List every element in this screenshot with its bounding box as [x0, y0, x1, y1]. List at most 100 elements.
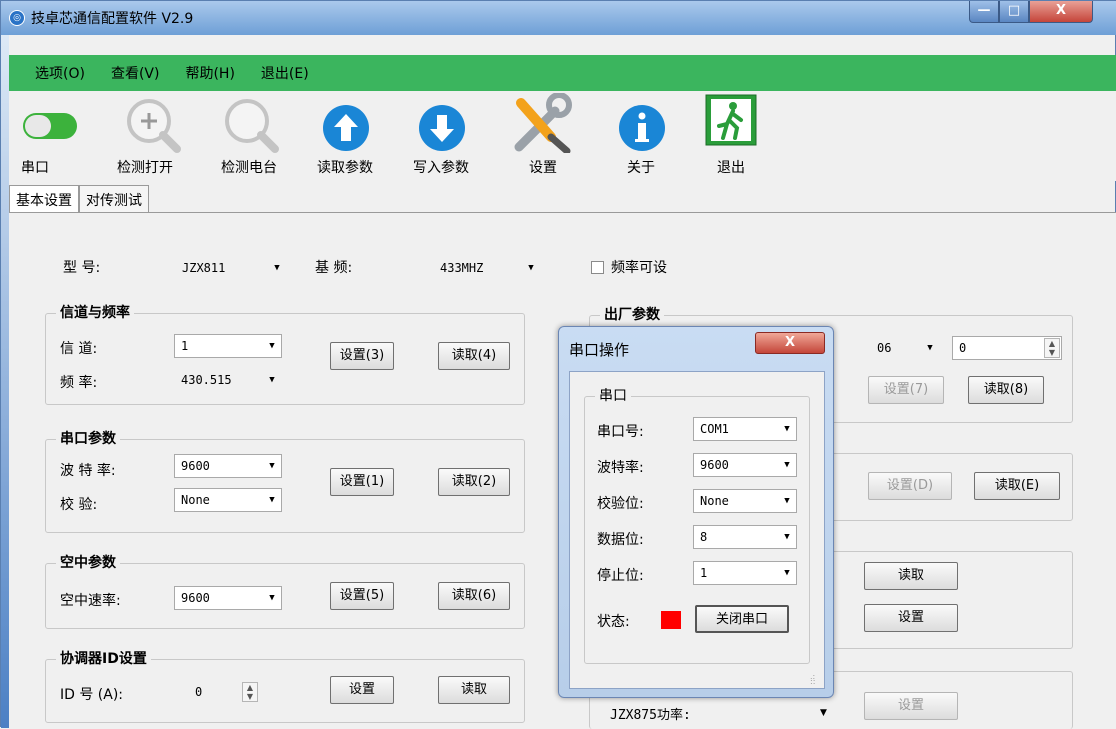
freq-value: 430.515: [181, 373, 232, 387]
resize-grip-icon[interactable]: .:::: [810, 673, 820, 686]
chevron-down-icon: ▼: [784, 532, 790, 542]
dialog-body: 串口 串口号: COM1 ▼ 波特率: 9600 ▼ 校验位: None ▼ 数…: [569, 371, 825, 689]
channel-freq-group: 信道与频率 信 道: 1 ▼ 频 率: 430.515 ▼ 设置(3) 读取(4…: [45, 302, 525, 405]
freq-settable-checkbox[interactable]: [591, 261, 604, 274]
dialog-close-button[interactable]: X: [755, 332, 825, 354]
dlg-data-bits-label: 数据位:: [597, 532, 644, 548]
tab-basic-settings[interactable]: 基本设置: [9, 185, 79, 213]
freq-settable-label: 频率可设: [611, 260, 667, 276]
tab-strip: 基本设置 对传测试: [9, 185, 149, 213]
model-select[interactable]: JZX811 ▼: [175, 256, 287, 280]
menu-exit[interactable]: 退出(E): [261, 63, 309, 83]
status-indicator: [661, 611, 681, 629]
base-freq-value: 433MHZ: [440, 261, 484, 275]
port-select[interactable]: COM1 ▼: [693, 417, 797, 441]
air-read-button[interactable]: 读取(6): [438, 582, 510, 610]
base-freq-select[interactable]: 433MHZ ▼: [433, 256, 541, 280]
arrow-up-circle-icon: [323, 105, 369, 151]
set-d-button[interactable]: 设置(D): [868, 472, 952, 500]
spin-arrows-icon[interactable]: ▲ ▼: [242, 682, 258, 702]
chevron-down-icon[interactable]: ▼: [820, 708, 827, 718]
dlg-parity-label: 校验位:: [597, 496, 644, 512]
air-rate-label: 空中速率:: [60, 593, 121, 609]
toolbar-exit-button[interactable]: 退出: [691, 91, 771, 177]
read-button-3[interactable]: 读取: [864, 562, 958, 590]
close-button[interactable]: X: [1029, 1, 1093, 23]
arrow-down-circle-icon: [419, 105, 465, 151]
chevron-down-icon: ▼: [784, 496, 790, 506]
dlg-stop-bits-value: 1: [700, 566, 708, 580]
chevron-down-icon: ▼: [784, 424, 790, 434]
dialog-serial-group: 串口 串口号: COM1 ▼ 波特率: 9600 ▼ 校验位: None ▼ 数…: [584, 385, 810, 664]
chevron-down-icon: ▼: [269, 341, 275, 351]
maximize-button[interactable]: □: [999, 1, 1029, 23]
menu-options[interactable]: 选项(O): [35, 63, 85, 83]
air-rate-select[interactable]: 9600 ▼: [174, 586, 282, 610]
chevron-down-icon: ▼: [784, 568, 790, 578]
channel-set-button[interactable]: 设置(3): [330, 342, 394, 370]
coord-read-button[interactable]: 读取: [438, 676, 510, 704]
magnifier-icon: [225, 99, 279, 153]
chevron-down-icon: ▼: [269, 593, 275, 603]
toolbar-detect-open-button[interactable]: 检测打开: [105, 91, 185, 177]
set-button-3[interactable]: 设置: [864, 604, 958, 632]
toolbar-label: 写入参数: [413, 160, 469, 176]
tab-relay-test[interactable]: 对传测试: [79, 185, 149, 213]
toolbar-label: 退出: [717, 160, 745, 176]
minimize-button[interactable]: —: [969, 1, 999, 23]
dlg-data-bits-select[interactable]: 8 ▼: [693, 525, 797, 549]
info-icon: [619, 105, 665, 151]
toolbar-detect-radio-button[interactable]: 检测电台: [209, 91, 289, 177]
model-value: JZX811: [182, 261, 226, 275]
toolbar-read-params-button[interactable]: 读取参数: [305, 91, 385, 177]
toggle-switch-icon: [23, 113, 77, 139]
channel-select[interactable]: 1 ▼: [174, 334, 282, 358]
factory-select[interactable]: 06 ▼: [870, 336, 940, 360]
coord-id-input[interactable]: 0: [188, 680, 248, 704]
channel-value: 1: [181, 339, 189, 353]
serial-read-button[interactable]: 读取(2): [438, 468, 510, 496]
spin-arrows-icon[interactable]: ▲ ▼: [1044, 338, 1060, 358]
chevron-down-icon: ▼: [528, 263, 534, 273]
parity-select[interactable]: None ▼: [174, 488, 282, 512]
window-border: [1, 35, 9, 728]
dlg-stop-bits-label: 停止位:: [597, 568, 644, 584]
air-rate-value: 9600: [181, 591, 210, 605]
tools-icon: [514, 93, 572, 153]
coord-id-label: ID 号 (A):: [60, 687, 124, 703]
toolbar-write-params-button[interactable]: 写入参数: [401, 91, 481, 177]
exit-door-icon: [705, 94, 757, 146]
toolbar-serial-button[interactable]: 串口: [9, 91, 89, 177]
toolbar-settings-button[interactable]: 设置: [503, 91, 583, 177]
factory-set-button[interactable]: 设置(7): [868, 376, 944, 404]
toolbar-about-button[interactable]: 关于: [601, 91, 681, 177]
status-label: 状态:: [597, 614, 630, 630]
group-title: 信道与频率: [56, 302, 134, 322]
freq-select[interactable]: 430.515 ▼: [174, 368, 282, 392]
coord-id-value: 0: [195, 685, 203, 699]
jzx875-set-button[interactable]: 设置: [864, 692, 958, 720]
dlg-stop-bits-select[interactable]: 1 ▼: [693, 561, 797, 585]
factory-spin-value: 0: [959, 341, 967, 355]
group-title: 串口: [595, 385, 631, 405]
baud-select[interactable]: 9600 ▼: [174, 454, 282, 478]
toolbar-label: 设置: [529, 160, 557, 176]
dlg-parity-select[interactable]: None ▼: [693, 489, 797, 513]
coord-set-button[interactable]: 设置: [330, 676, 394, 704]
toolbar-label: 读取参数: [317, 160, 373, 176]
factory-select-value: 06: [877, 341, 892, 355]
read-e-button[interactable]: 读取(E): [974, 472, 1060, 500]
close-port-button[interactable]: 关闭串口: [695, 605, 789, 633]
serial-dialog: 串口操作 X 串口 串口号: COM1 ▼ 波特率: 9600 ▼ 校验位: N…: [558, 326, 834, 698]
toolbar: 串口 检测打开 检测电台 读取参数 写入参数 设置 关于 退出: [9, 91, 1116, 181]
channel-read-button[interactable]: 读取(4): [438, 342, 510, 370]
menu-bar: 选项(O) 查看(V) 帮助(H) 退出(E): [9, 55, 1116, 91]
base-freq-label: 基 频:: [315, 260, 353, 276]
factory-read-button[interactable]: 读取(8): [968, 376, 1044, 404]
menu-help[interactable]: 帮助(H): [185, 63, 234, 83]
menu-view[interactable]: 查看(V): [111, 63, 160, 83]
air-set-button[interactable]: 设置(5): [330, 582, 394, 610]
dlg-baud-select[interactable]: 9600 ▼: [693, 453, 797, 477]
dlg-baud-label: 波特率:: [597, 460, 644, 476]
serial-set-button[interactable]: 设置(1): [330, 468, 394, 496]
